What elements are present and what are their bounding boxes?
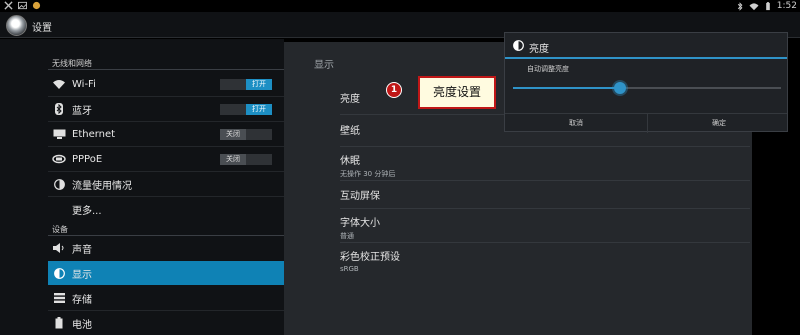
storage-icon	[52, 291, 66, 305]
close-icon	[4, 1, 13, 10]
setting-wallpaper[interactable]: 壁纸	[340, 122, 360, 137]
sidebar-item-label: 存储	[72, 294, 92, 306]
wifi-icon	[52, 77, 66, 91]
toggle-label: 关闭	[220, 154, 246, 165]
row-divider	[340, 146, 750, 147]
sidebar-item-data-usage[interactable]: 流量使用情况	[48, 172, 284, 196]
setting-title: 休眠	[340, 156, 360, 167]
sidebar-item-wifi[interactable]: Wi-Fi 打开	[48, 72, 284, 96]
ok-button[interactable]: 确定	[648, 113, 790, 133]
settings-sidebar: 无线和网络 Wi-Fi 打开 蓝牙 打开 Ethernet 关闭 PPPoE 关…	[0, 39, 284, 335]
sidebar-item-label: 蓝牙	[72, 105, 92, 117]
section-header-device: 设备	[52, 225, 68, 234]
setting-daydream[interactable]: 互动屏保	[340, 187, 380, 202]
setting-summary: 无操作 30 分钟后	[340, 170, 396, 178]
sidebar-item-label: 电池	[72, 319, 92, 331]
brightness-slider[interactable]	[513, 82, 781, 94]
sidebar-item-sound[interactable]: 声音	[48, 236, 284, 260]
sidebar-item-label: Wi-Fi	[72, 78, 96, 90]
battery-icon	[765, 1, 770, 10]
sidebar-item-label: 声音	[72, 244, 92, 256]
battery-icon	[52, 316, 66, 330]
empty-icon-slot	[52, 202, 66, 216]
pppoe-toggle[interactable]: 关闭	[220, 154, 272, 165]
sidebar-item-label: 显示	[72, 269, 92, 281]
bluetooth-toggle[interactable]: 打开	[220, 104, 272, 115]
brightness-dialog: 亮度 自动调整亮度 取消 确定	[504, 32, 790, 133]
toggle-label: 打开	[246, 79, 272, 90]
sidebar-item-pppoe[interactable]: PPPoE 关闭	[48, 147, 284, 171]
sidebar-item-label: 更多...	[72, 205, 102, 217]
app-title: 设置	[32, 23, 52, 34]
setting-title: 亮度	[340, 94, 360, 105]
dialog-title: 亮度	[529, 44, 549, 55]
section-header-wireless: 无线和网络	[52, 59, 92, 68]
sidebar-item-label: PPPoE	[72, 153, 103, 165]
setting-color-correction[interactable]: 彩色校正预设 sRGB	[340, 248, 400, 273]
row-divider	[340, 208, 750, 209]
wifi-icon	[749, 2, 759, 10]
usb-icon	[32, 1, 41, 10]
wifi-toggle[interactable]: 打开	[220, 79, 272, 90]
setting-title: 互动屏保	[340, 191, 380, 202]
toggle-label: 打开	[246, 104, 272, 115]
setting-title: 彩色校正预设	[340, 252, 400, 263]
pppoe-icon	[52, 152, 66, 166]
sidebar-item-ethernet[interactable]: Ethernet 关闭	[48, 122, 284, 146]
setting-summary: sRGB	[340, 265, 359, 273]
setting-font-size[interactable]: 字体大小 普通	[340, 214, 380, 241]
setting-sleep[interactable]: 休眠 无操作 30 分钟后	[340, 152, 395, 179]
setting-title: 字体大小	[340, 218, 380, 229]
settings-app-icon[interactable]	[6, 15, 27, 36]
sidebar-item-display[interactable]: 显示	[48, 261, 284, 285]
auto-brightness-checkbox[interactable]: 自动调整亮度	[527, 64, 569, 74]
sidebar-item-bluetooth[interactable]: 蓝牙 打开	[48, 97, 284, 121]
callout-number-badge: 1	[386, 82, 402, 98]
sidebar-item-label: 流量使用情况	[72, 180, 132, 192]
slider-fill	[513, 87, 621, 89]
status-bar: 1:52	[0, 0, 800, 12]
setting-brightness[interactable]: 亮度	[340, 90, 360, 105]
display-icon	[52, 266, 66, 280]
sidebar-item-label: Ethernet	[72, 128, 116, 140]
bluetooth-icon	[737, 1, 743, 11]
sound-icon	[52, 241, 66, 255]
section-divider	[48, 69, 284, 70]
data-usage-icon	[52, 177, 66, 191]
setting-summary: 普通	[340, 232, 354, 240]
panel-title: 显示	[314, 60, 334, 71]
sidebar-item-storage[interactable]: 存储	[48, 286, 284, 310]
ethernet-icon	[52, 127, 66, 141]
row-divider	[340, 180, 750, 181]
sidebar-item-battery[interactable]: 电池	[48, 311, 284, 335]
dialog-title-bar: 亮度	[505, 33, 787, 59]
status-time: 1:52	[776, 1, 797, 11]
toggle-label: 关闭	[220, 129, 246, 140]
row-divider	[340, 242, 750, 243]
bluetooth-icon	[52, 102, 66, 116]
sidebar-item-more[interactable]: 更多...	[48, 197, 284, 221]
callout-label: 亮度设置	[418, 76, 496, 109]
setting-title: 壁纸	[340, 126, 360, 137]
cancel-button[interactable]: 取消	[505, 113, 647, 133]
brightness-icon	[513, 40, 524, 51]
ethernet-toggle[interactable]: 关闭	[220, 129, 272, 140]
image-icon	[18, 1, 27, 10]
slider-thumb[interactable]	[614, 82, 627, 94]
